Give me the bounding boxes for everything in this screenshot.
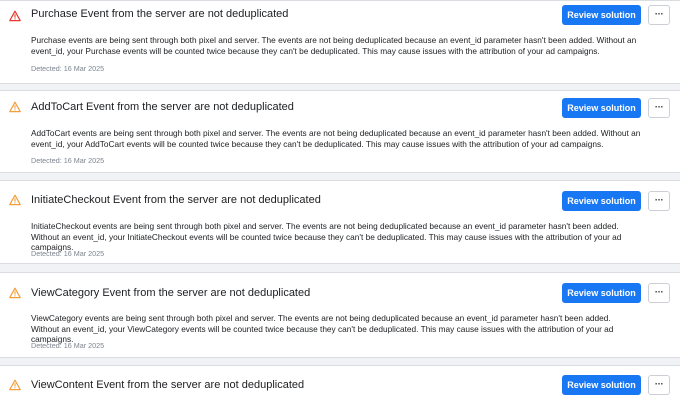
detected-date: Detected: 16 Mar 2025	[31, 341, 105, 350]
review-solution-button[interactable]: Review solution	[562, 375, 641, 395]
issue-card-viewcategory: ViewCategory Event from the server are n…	[0, 272, 680, 358]
warning-triangle-icon	[9, 194, 21, 206]
warning-triangle-icon	[9, 101, 21, 113]
warning-triangle-icon	[9, 287, 21, 299]
more-options-button[interactable]: ···	[648, 5, 670, 25]
issue-description: Purchase events are being sent through b…	[31, 35, 637, 56]
issue-title: ViewCategory Event from the server are n…	[31, 287, 311, 299]
issue-card-purchase: Purchase Event from the server are not d…	[0, 0, 680, 84]
issue-card-viewcontent: ViewContent Event from the server are no…	[0, 365, 680, 403]
review-solution-button[interactable]: Review solution	[562, 283, 641, 303]
detected-date: Detected: 16 Mar 2025	[31, 156, 105, 165]
detected-date: Detected: 16 Mar 2025	[31, 64, 105, 73]
warning-triangle-icon	[9, 379, 21, 391]
more-options-button[interactable]: ···	[648, 375, 670, 395]
issue-header: Purchase Event from the server are not d…	[0, 1, 680, 31]
issue-card-initiatecheckout: InitiateCheckout Event from the server a…	[0, 180, 680, 264]
issue-header: ViewCategory Event from the server are n…	[0, 273, 680, 303]
issue-header: AddToCart Event from the server are not …	[0, 91, 680, 121]
issues-list: Purchase Event from the server are not d…	[0, 0, 680, 403]
detected-date: Detected: 16 Mar 2025	[31, 249, 105, 258]
issue-description: InitiateCheckout events are being sent t…	[31, 221, 622, 252]
review-solution-button[interactable]: Review solution	[562, 98, 641, 118]
review-solution-button[interactable]: Review solution	[562, 5, 641, 25]
issue-title: AddToCart Event from the server are not …	[31, 101, 294, 113]
issue-title: Purchase Event from the server are not d…	[31, 8, 289, 20]
issue-title: InitiateCheckout Event from the server a…	[31, 194, 321, 206]
issue-description: AddToCart events are being sent through …	[31, 128, 641, 149]
issue-header: ViewContent Event from the server are no…	[0, 366, 680, 396]
more-options-button[interactable]: ···	[648, 283, 670, 303]
warning-triangle-icon	[9, 10, 21, 22]
more-options-button[interactable]: ···	[648, 191, 670, 211]
issue-header: InitiateCheckout Event from the server a…	[0, 181, 680, 211]
issue-description: ViewCategory events are being sent throu…	[31, 313, 614, 344]
issue-card-addtocart: AddToCart Event from the server are not …	[0, 90, 680, 173]
issue-title: ViewContent Event from the server are no…	[31, 379, 305, 391]
more-options-button[interactable]: ···	[648, 98, 670, 118]
review-solution-button[interactable]: Review solution	[562, 191, 641, 211]
